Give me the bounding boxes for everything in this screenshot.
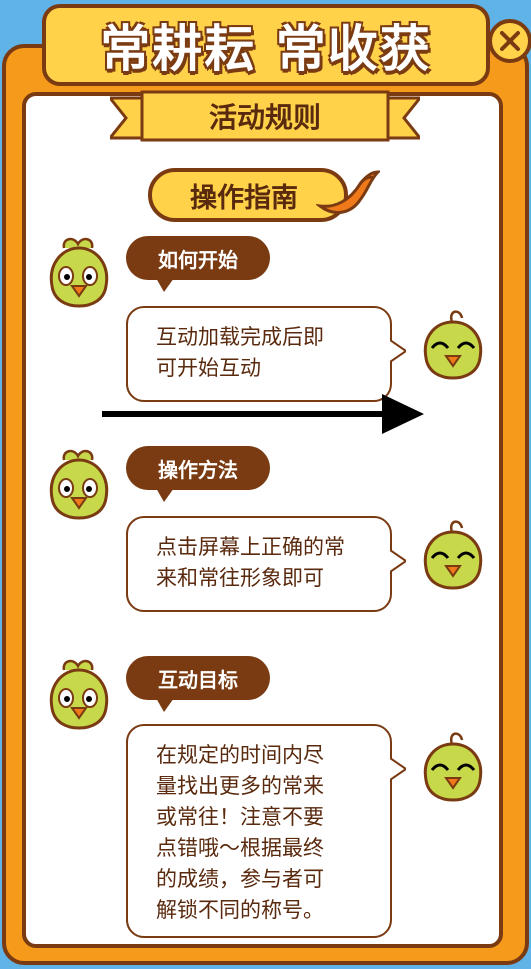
- section-bubble-method: 点击屏幕上正确的常 来和常往形象即可: [126, 516, 406, 612]
- section-bubble-start: 互动加载完成后即 可开始互动: [126, 306, 406, 402]
- mascot-right-icon: [423, 520, 483, 590]
- mascot-left-icon: [49, 449, 109, 520]
- rules-ribbon-label: 活动规则: [208, 101, 321, 134]
- close-button[interactable]: [488, 19, 531, 63]
- section-label-start: 如何开始: [126, 236, 270, 292]
- mascot-left-icon: [49, 237, 109, 308]
- bubble-line: 可开始互动: [156, 356, 261, 380]
- bubble-line: 来和常往形象即可: [156, 566, 324, 590]
- bubble-line: 量找出更多的常来: [156, 774, 324, 798]
- section-bubble-goal: 在规定的时间内尽 量找出更多的常来 或常往！注意不要 点错哦～根据最终 的成绩，…: [126, 724, 406, 938]
- arrow-right-icon: [102, 394, 424, 434]
- swallow-icon: [316, 170, 380, 215]
- bubble-line: 解锁不同的称号。: [156, 898, 324, 922]
- mascot-left-icon: [49, 659, 109, 730]
- bubble-line: 或常往！注意不要: [156, 805, 324, 829]
- page-title: 常耕耘 常收获: [100, 20, 432, 78]
- bubble-line: 互动加载完成后即: [156, 325, 324, 349]
- rules-ribbon: 活动规则: [110, 88, 420, 150]
- mascot-right-icon: [423, 310, 483, 380]
- mascot-right-icon: [423, 732, 483, 802]
- guide-badge: 操作指南: [148, 166, 380, 228]
- bubble-line: 点击屏幕上正确的常: [156, 535, 345, 559]
- section-label-goal: 互动目标: [126, 656, 270, 712]
- section-label-method: 操作方法: [126, 446, 270, 502]
- bubble-line: 点错哦～根据最终: [156, 836, 324, 860]
- bubble-line: 在规定的时间内尽: [156, 743, 324, 767]
- close-icon: [500, 31, 520, 51]
- bubble-line: 的成绩，参与者可: [156, 867, 324, 891]
